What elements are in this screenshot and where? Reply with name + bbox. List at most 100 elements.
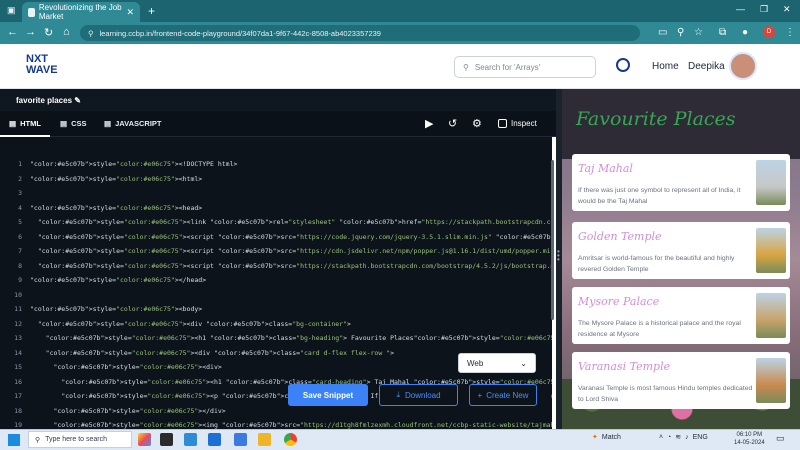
place-card: Mysore Palace The Mysore Palace is a hist…	[572, 287, 790, 344]
store-icon[interactable]	[234, 433, 247, 446]
avatar[interactable]	[729, 52, 757, 80]
taskbar-search-input[interactable]: ⚲ Type here to search	[28, 431, 132, 448]
code-line[interactable]: "color:#e5c07b">style="color:#e06c75"><h…	[30, 334, 552, 342]
mail-icon[interactable]	[184, 433, 197, 446]
nav-home-link[interactable]: Home	[652, 61, 679, 72]
code-line[interactable]: "color:#e5c07b">style="color:#e06c75"><d…	[30, 363, 221, 371]
new-tab-button[interactable]: +	[148, 4, 155, 18]
site-header	[0, 44, 800, 89]
weather-text[interactable]: Match	[602, 434, 621, 441]
user-name[interactable]: Deepika	[688, 61, 725, 72]
save-snippet-button[interactable]: Save Snippet	[288, 384, 368, 406]
edit-pencil-icon[interactable]: ✎	[74, 96, 81, 105]
place-card: Golden Temple Amritsar is world-famous fo…	[572, 222, 790, 279]
card-image	[756, 160, 786, 205]
language-select[interactable]: Web ⌄	[458, 353, 536, 373]
taskbar-search-placeholder: Type here to search	[45, 436, 108, 443]
resize-handle-icon[interactable]: • • •	[557, 248, 560, 264]
weather-icon[interactable]: ✦	[592, 433, 598, 441]
nxtwave-logo[interactable]: NXT WAVE	[26, 54, 58, 76]
code-line[interactable]: "color:#e5c07b">style="color:#e06c75"><h…	[30, 175, 202, 183]
line-number: 19	[14, 421, 22, 429]
code-line[interactable]: "color:#e5c07b">style="color:#e06c75"><s…	[30, 233, 552, 241]
site-info-icon[interactable]: ⚲	[88, 29, 94, 38]
taskbar-clock[interactable]: 06:10 PM 14-05-2024	[734, 431, 765, 447]
tab-title: Revolutionizing the Job Market	[38, 3, 122, 21]
browser-tab[interactable]: Revolutionizing the Job Market ✕	[22, 2, 140, 22]
search-placeholder: Search for 'Arrays'	[474, 62, 541, 72]
bookmark-star-icon[interactable]: ☆	[694, 27, 703, 38]
card-content: Amritsar is world-famous for the beautif…	[578, 255, 735, 273]
back-icon[interactable]: ←	[7, 26, 18, 38]
create-new-button[interactable]: + Create New	[469, 384, 537, 406]
search-icon: ⚲	[463, 62, 469, 72]
tab-javascript[interactable]: ▤ JAVASCRIPT	[104, 119, 162, 128]
tray-overflow-icon[interactable]: ˄	[659, 434, 663, 441]
language-indicator[interactable]: ENG	[693, 434, 708, 441]
menu-icon[interactable]: ⋮	[785, 27, 795, 38]
copilot-icon[interactable]	[138, 433, 151, 446]
close-tab-icon[interactable]: ✕	[126, 7, 134, 18]
clock-time: 06:10 PM	[736, 432, 763, 438]
reload-icon[interactable]: ↻	[44, 26, 53, 39]
file-explorer-icon[interactable]	[258, 433, 271, 446]
zoom-icon[interactable]: ⚲	[677, 27, 684, 38]
profile-picture-icon[interactable]: ●	[742, 27, 748, 38]
card-content: If there was just one symbol to represen…	[578, 187, 741, 205]
edge-icon[interactable]	[208, 433, 221, 446]
extensions-icon[interactable]: ⧉	[719, 27, 726, 38]
notifications-icon[interactable]: ▭	[776, 433, 785, 444]
code-line[interactable]: "color:#e5c07b">style="color:#e06c75"></…	[30, 276, 206, 284]
tab-css[interactable]: ▤ CSS	[60, 119, 87, 128]
reset-icon[interactable]: ↺	[448, 117, 457, 130]
forward-icon[interactable]: →	[25, 26, 36, 38]
code-line[interactable]: "color:#e5c07b">style="color:#e06c75"><i…	[30, 421, 552, 429]
wifi-icon[interactable]: ≋	[675, 433, 681, 441]
close-window-icon[interactable]: ✕	[783, 4, 791, 15]
inspect-checkbox[interactable]	[498, 119, 507, 128]
windows-start-icon[interactable]	[8, 434, 20, 446]
code-line[interactable]: "color:#e5c07b">style="color:#e06c75"><h…	[30, 204, 202, 212]
download-button[interactable]: ⤓ Download	[379, 384, 458, 406]
network-icon[interactable]: ◔	[667, 434, 671, 441]
tab-html[interactable]: ▤ HTML	[9, 119, 41, 128]
site-search-input[interactable]: ⚲ Search for 'Arrays'	[454, 56, 596, 78]
cast-icon[interactable]: ▭	[658, 27, 667, 38]
code-line[interactable]: "color:#e5c07b">style="color:#e06c75"><d…	[30, 349, 394, 357]
editor-scrollbar[interactable]	[551, 160, 554, 320]
maximize-icon[interactable]: ❐	[760, 4, 768, 15]
snippet-title[interactable]: favorite places ✎	[16, 96, 81, 105]
line-number: 16	[14, 377, 22, 386]
card-image	[756, 293, 786, 338]
line-number: 18	[14, 406, 22, 415]
inspect-toggle[interactable]: Inspect	[498, 119, 537, 128]
line-number: 17	[14, 392, 22, 400]
code-line[interactable]: "color:#e5c07b">style="color:#e06c75"><d…	[30, 320, 351, 328]
code-line[interactable]: "color:#e5c07b">style="color:#e06c75"><b…	[30, 305, 202, 313]
line-number: 13	[14, 334, 22, 342]
address-bar[interactable]: ⚲ learning.ccbp.in/frontend-code-playgro…	[80, 25, 640, 41]
code-line[interactable]: "color:#e5c07b">style="color:#e06c75"><l…	[30, 218, 552, 226]
code-line[interactable]: "color:#e5c07b">style="color:#e06c75"><s…	[30, 247, 552, 255]
settings-gear-icon[interactable]: ⚙	[472, 117, 482, 130]
code-line[interactable]: "color:#e5c07b">style="color:#e06c75"><s…	[30, 262, 552, 270]
js-icon: ▤	[104, 119, 112, 128]
logo-line2: WAVE	[26, 64, 58, 76]
tab-javascript-label: JAVASCRIPT	[115, 119, 162, 128]
task-view-icon[interactable]	[160, 433, 173, 446]
timer-icon[interactable]	[616, 58, 630, 72]
tab-list-icon[interactable]: ▣	[7, 5, 16, 16]
code-line[interactable]: "color:#e5c07b">style="color:#e06c75"></…	[30, 407, 225, 415]
minimize-icon[interactable]: —	[736, 4, 745, 14]
run-play-icon[interactable]: ▶	[425, 117, 433, 130]
home-icon[interactable]: ⌂	[63, 26, 70, 38]
profile-badge[interactable]: D	[763, 26, 775, 38]
line-number: 4	[18, 203, 22, 212]
line-number: 1	[18, 160, 22, 168]
line-number: 5	[18, 218, 22, 226]
chrome-icon[interactable]	[284, 433, 297, 446]
line-number: 10	[14, 290, 22, 299]
line-number: 6	[18, 232, 22, 241]
volume-icon[interactable]: ♪	[685, 434, 689, 441]
code-line[interactable]: "color:#e5c07b">style="color:#e06c75"><!…	[30, 160, 237, 168]
